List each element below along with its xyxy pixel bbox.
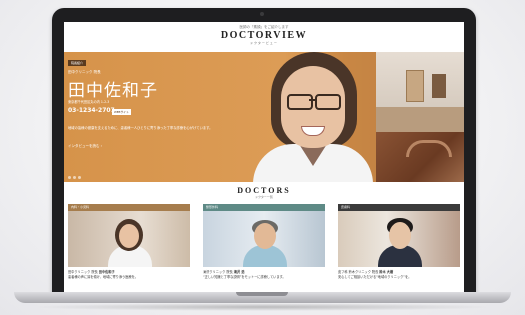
site-logo-kana: ドクタービュー <box>250 41 278 45</box>
card-clinic: 皮フ科 鈴木クリニック 院長 <box>338 270 379 274</box>
laptop-notch <box>236 292 288 296</box>
doctor-card[interactable]: 整形外科 滝沢クリニック 院長 滝沢 浩 “正しい知識と丁寧な説明”をモットーに… <box>203 204 325 292</box>
photo-face <box>119 224 139 248</box>
laptop-shadow <box>30 303 495 311</box>
doctors-heading: DOCTORS <box>237 186 291 195</box>
webcam-icon <box>260 12 264 16</box>
carousel-dots[interactable] <box>68 164 83 182</box>
card-doctor-name[interactable]: 滝沢 浩 <box>234 270 245 274</box>
carousel-dot[interactable] <box>73 176 76 179</box>
hero-website-button[interactable]: WEBサイト <box>112 109 131 115</box>
hero-phone[interactable]: 03-1234-2707 <box>68 107 115 114</box>
card-category: 皮膚科 <box>338 204 460 211</box>
card-clinic: 滝沢クリニック 院長 <box>203 270 233 274</box>
photo-face <box>389 222 411 249</box>
card-category: 整形外科 <box>203 204 325 211</box>
card-doctor-name[interactable]: 鈴木 大樹 <box>379 270 393 274</box>
clinic-interior-photo <box>376 52 464 132</box>
hero-address: 東京都千代田区丸の内 1-2-3 <box>68 100 110 104</box>
doctor-photo <box>68 211 190 267</box>
card-doctor-name[interactable]: 田中佐和子 <box>99 270 115 274</box>
doctor-portrait <box>249 52 376 182</box>
hero-interview-link[interactable]: インタビューを読む › <box>68 144 102 149</box>
site-header: 医師の「素顔」をご紹介します DOCTORVIEW ドクタービュー <box>64 22 464 48</box>
laptop-screen: 医師の「素顔」をご紹介します DOCTORVIEW ドクタービュー 院長紹介 田… <box>64 22 464 292</box>
photo-floor <box>376 107 464 132</box>
doctor-bag-photo <box>376 132 464 182</box>
card-info: 滝沢クリニック 院長 滝沢 浩 “正しい知識と丁寧な説明”をモットーに診療してい… <box>203 270 325 280</box>
card-clinic: 田中クリニック 院長 <box>68 270 98 274</box>
doctor-photo <box>203 211 325 267</box>
photo-face <box>254 223 276 249</box>
card-description: “正しい知識と丁寧な説明”をモットーに診療しています。 <box>203 275 286 279</box>
bag-strap <box>406 140 452 157</box>
carousel-dot[interactable] <box>68 176 71 179</box>
card-info: 田中クリニック 院長 田中佐和子 患者様の声に耳を傾け、地域に寄り添う医療を。 <box>68 270 190 280</box>
hero-clinic: 田中クリニック 院長 <box>68 70 101 74</box>
carousel-dot[interactable] <box>78 176 81 179</box>
site-logo[interactable]: DOCTORVIEW <box>64 30 464 41</box>
doctor-photo <box>338 211 460 267</box>
photo-door <box>406 70 424 102</box>
card-description: 安心してご相談いただける“地域のクリニック”を。 <box>338 275 412 279</box>
portrait-glasses-bridge <box>309 99 315 101</box>
hero-badge: 院長紹介 <box>68 60 87 66</box>
doctor-card[interactable]: 内科・小児科 田中クリニック 院長 田中佐和子 患者様の声に耳を傾け、地域に寄り… <box>68 204 190 292</box>
card-info: 皮フ科 鈴木クリニック 院長 鈴木 大樹 安心してご相談いただける“地域のクリニ… <box>338 270 460 280</box>
card-category: 内科・小児科 <box>68 204 190 211</box>
card-description: 患者様の声に耳を傾け、地域に寄り添う医療を。 <box>68 275 138 279</box>
hero-banner[interactable]: 院長紹介 田中クリニック 院長 田中佐和子 東京都千代田区丸の内 1-2-3 0… <box>64 52 464 182</box>
portrait-glasses-left <box>287 94 313 110</box>
hero-description: 地域の皆様の健康を支えるために、患者様一人ひとりに寄り添った丁寧な診療を心がけて… <box>68 126 213 130</box>
doctor-card[interactable]: 皮膚科 皮フ科 鈴木クリニック 院長 鈴木 大樹 安心してご相談いただける“地域… <box>338 204 460 292</box>
portrait-glasses-right <box>315 94 341 110</box>
doctors-subheading: ドクター一覧 <box>255 195 273 199</box>
photo-door-dark <box>432 74 446 98</box>
hero-doctor-name: 田中佐和子 <box>68 81 158 101</box>
